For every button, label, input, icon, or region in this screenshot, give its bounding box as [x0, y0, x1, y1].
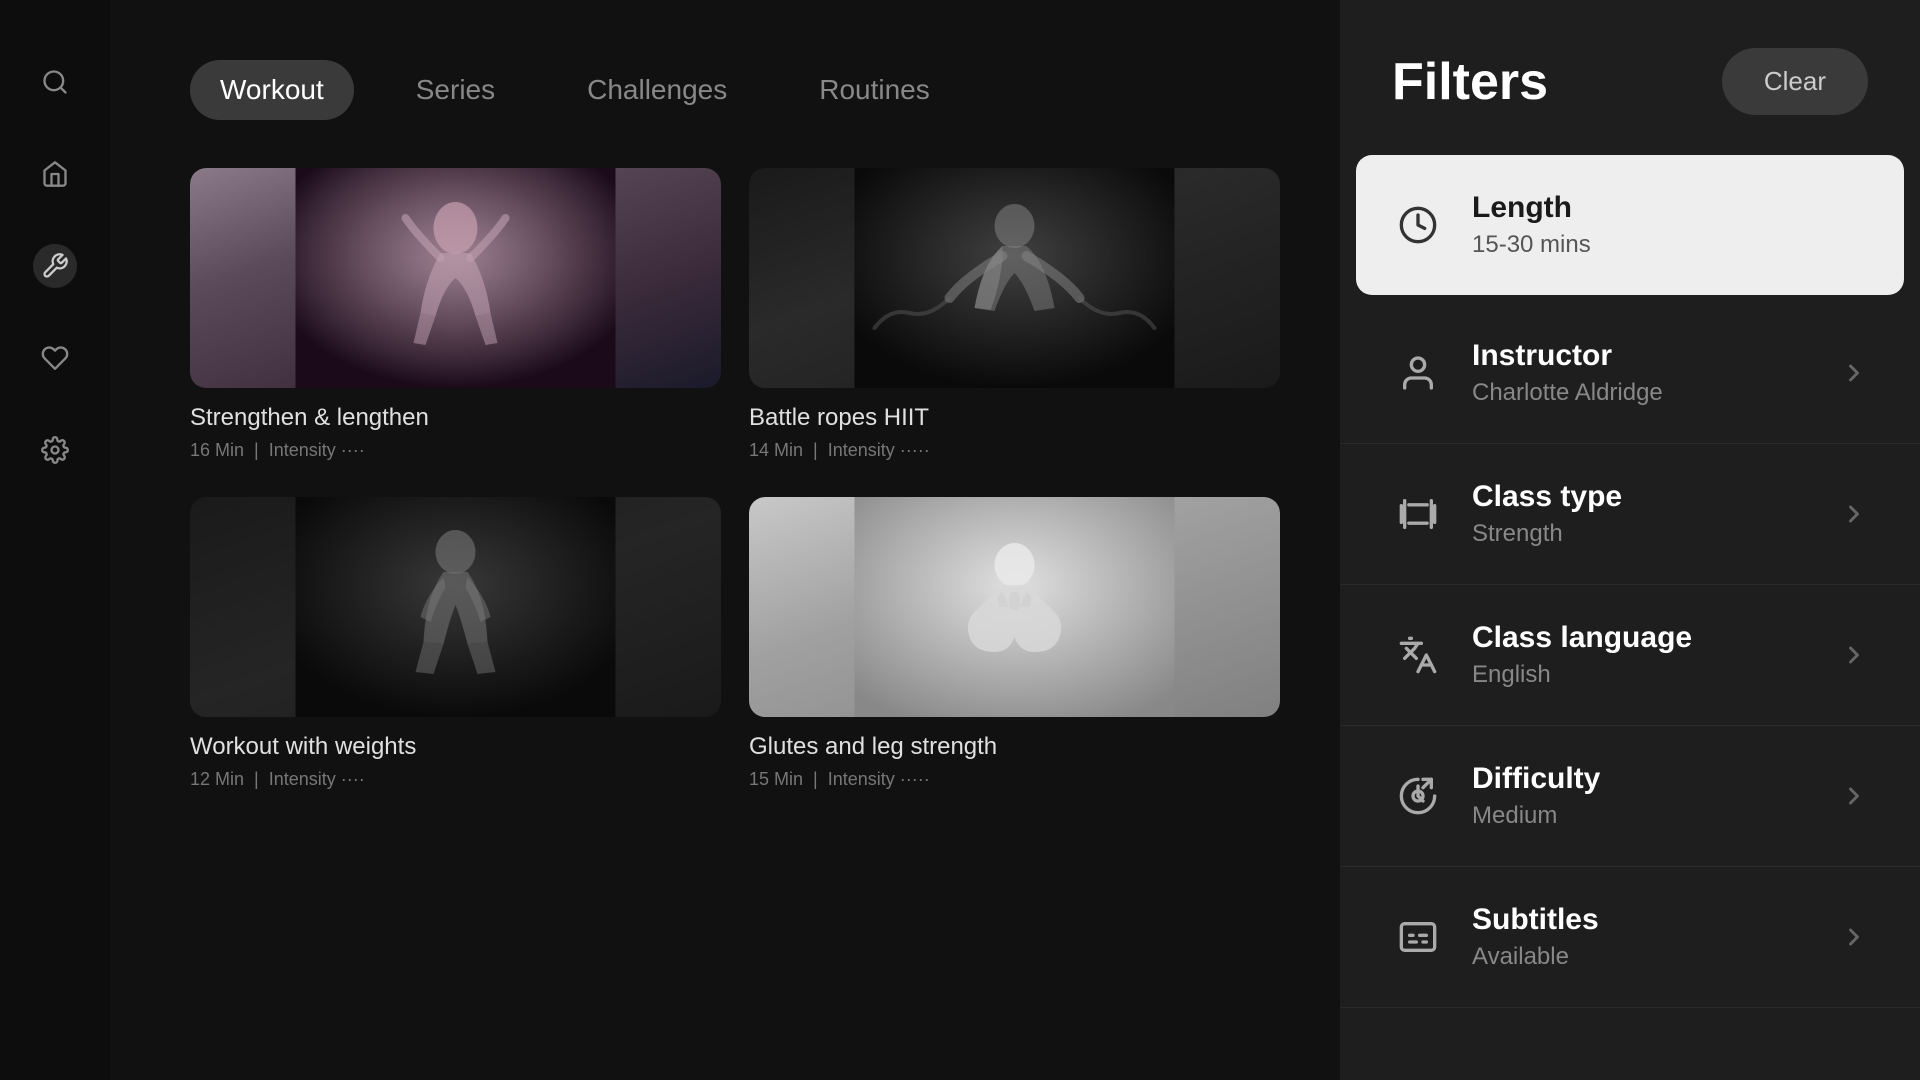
class-type-chevron-icon	[1840, 500, 1868, 528]
length-label: Length	[1472, 191, 1868, 225]
workout-card-1[interactable]: Strengthen & lengthen 16 Min | Intensity…	[190, 168, 721, 469]
filter-item-subtitles[interactable]: Subtitles Available	[1340, 867, 1920, 1008]
filter-title: Filters	[1392, 52, 1548, 112]
difficulty-chevron-icon	[1840, 782, 1868, 810]
sidebar-item-tools[interactable]	[33, 244, 77, 288]
tab-routines[interactable]: Routines	[789, 60, 960, 120]
filter-item-class-language[interactable]: Class language English	[1340, 585, 1920, 726]
workout-card-3[interactable]: Workout with weights 12 Min | Intensity …	[190, 497, 721, 798]
difficulty-value: Medium	[1472, 802, 1812, 830]
filter-item-instructor[interactable]: Instructor Charlotte Aldridge	[1340, 303, 1920, 444]
subtitles-value: Available	[1472, 943, 1812, 971]
class-language-label: Class language	[1472, 621, 1812, 655]
card-1-meta: 16 Min | Intensity ····	[190, 440, 721, 461]
person-icon	[1392, 347, 1444, 399]
card-2-meta: 14 Min | Intensity ·····	[749, 440, 1280, 461]
tab-series[interactable]: Series	[386, 60, 525, 120]
sidebar-item-search[interactable]	[33, 60, 77, 104]
card-4-title: Glutes and leg strength	[749, 733, 1280, 761]
instructor-value: Charlotte Aldridge	[1472, 379, 1812, 407]
filter-header: Filters Clear	[1340, 48, 1920, 115]
card-3-title: Workout with weights	[190, 733, 721, 761]
sidebar-item-home[interactable]	[33, 152, 77, 196]
clock-icon	[1392, 199, 1444, 251]
subtitles-chevron-icon	[1840, 923, 1868, 951]
workout-card-2[interactable]: Battle ropes HIIT 14 Min | Intensity ···…	[749, 168, 1280, 469]
sidebar-item-settings[interactable]	[33, 428, 77, 472]
dumbell-icon	[1392, 488, 1444, 540]
instructor-chevron-icon	[1840, 359, 1868, 387]
workout-grid: Strengthen & lengthen 16 Min | Intensity…	[190, 168, 1280, 798]
subtitles-icon	[1392, 911, 1444, 963]
card-1-title: Strengthen & lengthen	[190, 404, 721, 432]
instructor-label: Instructor	[1472, 339, 1812, 373]
card-3-meta: 12 Min | Intensity ····	[190, 769, 721, 790]
subtitles-label: Subtitles	[1472, 903, 1812, 937]
card-2-title: Battle ropes HIIT	[749, 404, 1280, 432]
class-type-value: Strength	[1472, 520, 1812, 548]
sidebar-item-favorites[interactable]	[33, 336, 77, 380]
card-4-meta: 15 Min | Intensity ·····	[749, 769, 1280, 790]
class-language-value: English	[1472, 661, 1812, 689]
class-type-label: Class type	[1472, 480, 1812, 514]
filter-item-class-type[interactable]: Class type Strength	[1340, 444, 1920, 585]
clear-button[interactable]: Clear	[1722, 48, 1868, 115]
filter-item-difficulty[interactable]: Difficulty Medium	[1340, 726, 1920, 867]
translate-icon	[1392, 629, 1444, 681]
length-value: 15-30 mins	[1472, 231, 1868, 259]
tabs: Workout Series Challenges Routines	[190, 60, 1280, 120]
gauge-icon	[1392, 770, 1444, 822]
workout-card-4[interactable]: Glutes and leg strength 15 Min | Intensi…	[749, 497, 1280, 798]
main-content: Workout Series Challenges Routines	[110, 0, 1340, 1080]
class-language-chevron-icon	[1840, 641, 1868, 669]
filter-panel: Filters Clear Length 15-30 mins Instruct…	[1340, 0, 1920, 1080]
tab-challenges[interactable]: Challenges	[557, 60, 757, 120]
filter-item-length[interactable]: Length 15-30 mins	[1356, 155, 1904, 295]
tab-workout[interactable]: Workout	[190, 60, 354, 120]
difficulty-label: Difficulty	[1472, 762, 1812, 796]
sidebar	[0, 0, 110, 1080]
